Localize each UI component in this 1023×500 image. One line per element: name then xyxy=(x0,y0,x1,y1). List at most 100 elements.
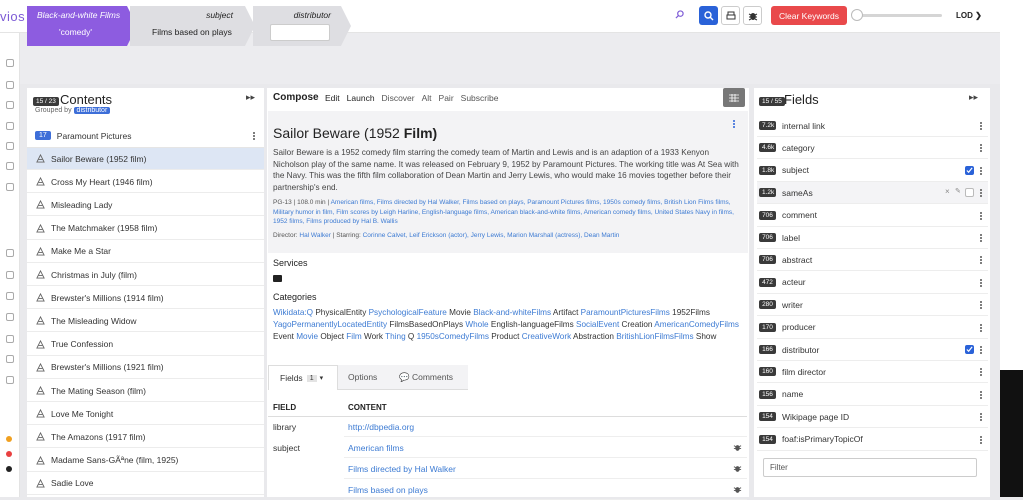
list-item[interactable]: Brewster's Millions (1921 film) xyxy=(27,356,264,379)
field-row[interactable]: 706 label xyxy=(757,227,988,249)
category-tag[interactable]: Work xyxy=(364,332,383,341)
content-link[interactable]: Films directed by Hal Walker xyxy=(348,464,456,474)
category-tag[interactable]: 1952Films xyxy=(672,308,710,317)
list-item[interactable]: Cross My Heart (1946 film) xyxy=(27,171,264,194)
bug-icon[interactable] xyxy=(733,485,742,494)
category-tag[interactable]: Wikidata:Q xyxy=(273,308,313,317)
crumb-subject[interactable]: subject Films based on plays xyxy=(130,6,255,46)
list-item[interactable]: Love Me Tonight xyxy=(27,403,264,426)
category-tag[interactable]: PhysicalEntity xyxy=(315,308,366,317)
director-link[interactable]: Hal Walker xyxy=(299,232,331,239)
category-tag[interactable]: Black-and-whiteFilms xyxy=(473,308,551,317)
lod-slider-track[interactable] xyxy=(858,14,942,17)
gem-icon[interactable] xyxy=(5,161,15,171)
list-item[interactable]: The Matchmaker (1958 film) xyxy=(27,217,264,240)
list-item[interactable]: The Misleading Widow xyxy=(27,310,264,333)
field-menu-icon[interactable] xyxy=(980,188,983,198)
category-tag[interactable]: AmericanComedyFilms xyxy=(654,320,739,329)
list-icon[interactable] xyxy=(5,312,15,322)
field-menu-icon[interactable] xyxy=(980,166,983,176)
grid-icon[interactable] xyxy=(5,291,15,301)
field-menu-icon[interactable] xyxy=(980,367,983,377)
field-row[interactable]: 166 distributor xyxy=(757,339,988,361)
clear-keywords-button[interactable]: Clear Keywords xyxy=(771,6,847,25)
cube-icon[interactable] xyxy=(5,270,15,280)
category-tag[interactable]: Show xyxy=(696,332,716,341)
lod-slider-handle[interactable] xyxy=(851,9,863,21)
subtab-options[interactable]: Options xyxy=(348,372,377,382)
category-tag[interactable]: FilmsBasedOnPlays xyxy=(389,320,463,329)
list-item[interactable]: True Confession xyxy=(27,333,264,356)
field-menu-icon[interactable] xyxy=(980,233,983,243)
field-menu-icon[interactable] xyxy=(980,278,983,288)
tab-subscribe[interactable]: Subscribe xyxy=(461,93,499,103)
category-tag[interactable]: Event xyxy=(273,332,294,341)
subtab-comments[interactable]: 💬 Comments xyxy=(399,372,453,383)
field-menu-icon[interactable] xyxy=(980,390,983,400)
field-menu-icon[interactable] xyxy=(980,412,983,422)
cylinder-icon[interactable] xyxy=(5,182,15,192)
category-tag[interactable]: Q xyxy=(408,332,414,341)
field-row[interactable]: 706 comment xyxy=(757,205,988,227)
category-tag[interactable]: Artifact xyxy=(553,308,578,317)
field-row[interactable]: 706 abstract xyxy=(757,249,988,272)
search-button[interactable] xyxy=(699,6,718,25)
list-item[interactable]: The Amazons (1917 film) xyxy=(27,426,264,449)
search-icon[interactable] xyxy=(675,10,684,19)
field-checkbox[interactable] xyxy=(965,345,974,354)
list-item[interactable]: The Mating Season (film) xyxy=(27,380,264,402)
list-item[interactable]: Misleading Lady xyxy=(27,194,264,217)
collapse-fields-icon[interactable]: ▸▸ xyxy=(969,92,978,103)
group-menu-icon[interactable] xyxy=(253,131,256,141)
list-item[interactable]: Christmas in July (film) xyxy=(27,264,264,286)
field-row[interactable]: 1.8k subject xyxy=(757,160,988,182)
field-row[interactable]: 154 foaf:isPrimaryTopicOf xyxy=(757,429,988,451)
category-tag[interactable]: Movie xyxy=(449,308,471,317)
content-link[interactable]: http://dbpedia.org xyxy=(348,422,414,432)
field-checkbox[interactable] xyxy=(965,188,974,198)
tab-discover[interactable]: Discover xyxy=(382,93,415,103)
folder-icon[interactable] xyxy=(5,375,15,385)
tab-launch[interactable]: Launch xyxy=(347,93,375,103)
category-tag[interactable]: SocialEvent xyxy=(576,320,619,329)
crumb-value-input[interactable] xyxy=(270,24,330,41)
database-icon[interactable] xyxy=(5,141,15,151)
list-item[interactable]: Sadie Love xyxy=(27,472,264,495)
crumb-distributor[interactable]: distributor xyxy=(253,6,351,46)
category-tag[interactable]: 1950sComedyFilms xyxy=(417,332,489,341)
copy-icon[interactable] xyxy=(5,100,15,110)
field-menu-icon[interactable] xyxy=(980,211,983,221)
content-link[interactable]: Films based on plays xyxy=(348,485,428,495)
field-row[interactable]: 170 producer xyxy=(757,317,988,339)
tab-alt[interactable]: Alt xyxy=(422,93,432,103)
collapse-contents-icon[interactable]: ▸▸ xyxy=(246,92,255,103)
content-link[interactable]: American films xyxy=(348,443,404,453)
subtab-fields[interactable]: Fields 1 ▾ xyxy=(268,365,338,390)
document-icon[interactable] xyxy=(5,248,15,258)
list-item[interactable]: Make Me a Star xyxy=(27,240,264,263)
category-tag[interactable]: Creation xyxy=(622,320,653,329)
tab-edit[interactable]: Edit xyxy=(325,93,340,103)
list-item[interactable]: Brewster's Millions (1914 film) xyxy=(27,287,264,310)
category-tag[interactable]: English-languageFilms xyxy=(491,320,574,329)
starring-links[interactable]: Corinne Calvet, Leif Erickson (actor), J… xyxy=(363,232,620,239)
send-icon[interactable] xyxy=(5,80,15,90)
crumb-black-and-white-films[interactable]: Black-and-white Films 'comedy' xyxy=(27,6,137,46)
field-menu-icon[interactable] xyxy=(980,143,983,153)
category-tag[interactable]: Thing xyxy=(385,332,405,341)
category-tag[interactable]: Whole xyxy=(465,320,488,329)
category-tag[interactable]: Object xyxy=(320,332,344,341)
field-menu-icon[interactable] xyxy=(980,300,983,310)
category-tag[interactable]: CreativeWork xyxy=(522,332,571,341)
field-row[interactable]: 154 Wikipage page ID xyxy=(757,406,988,429)
tab-pair[interactable]: Pair xyxy=(439,93,454,103)
lod-dropdown[interactable]: LOD ❯ xyxy=(956,11,982,20)
field-menu-icon[interactable] xyxy=(980,255,983,265)
category-tag[interactable]: Abstraction xyxy=(573,332,614,341)
field-row[interactable]: 156 name xyxy=(757,384,988,406)
print-button[interactable] xyxy=(721,6,740,25)
field-row[interactable]: 280 writer xyxy=(757,294,988,317)
field-row[interactable]: 7.2k internal link xyxy=(757,115,988,137)
pin-icon[interactable]: ✎ xyxy=(955,187,961,195)
meta-category-links[interactable]: American films, Films directed by Hal Wa… xyxy=(273,199,734,225)
